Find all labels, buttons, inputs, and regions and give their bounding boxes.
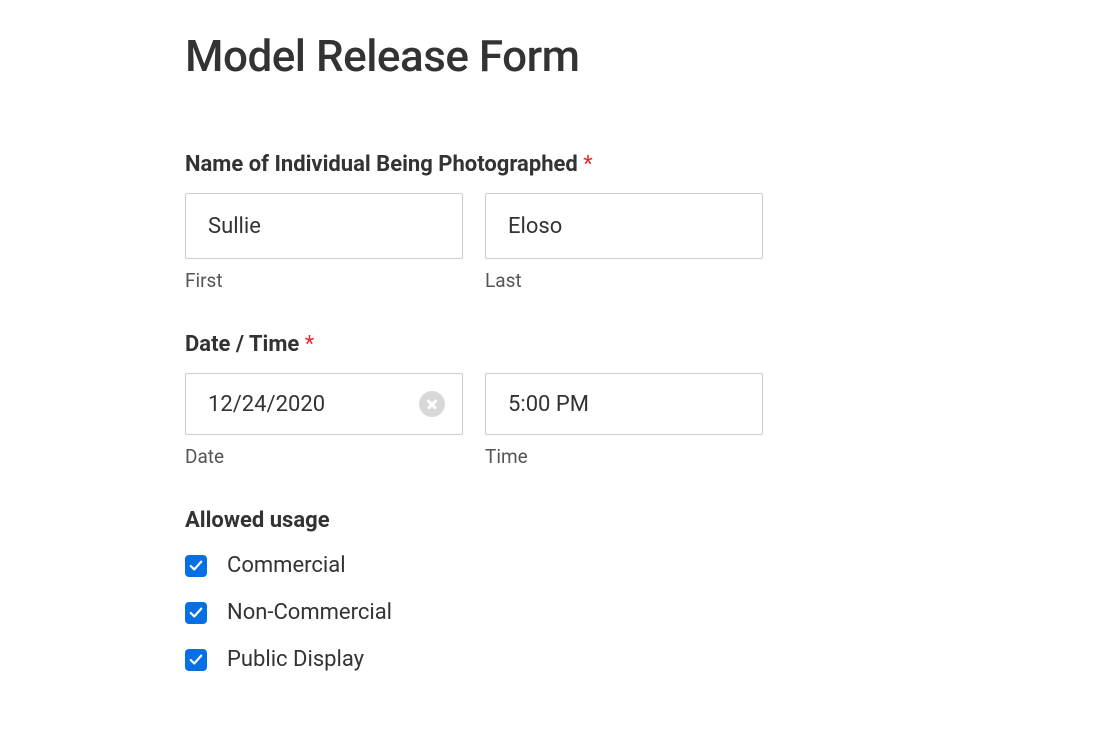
checkbox-commercial[interactable] <box>185 555 207 577</box>
last-name-sublabel: Last <box>485 269 763 292</box>
required-marker: * <box>583 152 592 177</box>
checkbox-label-commercial[interactable]: Commercial <box>227 553 346 578</box>
usage-label: Allowed usage <box>185 508 1116 533</box>
first-name-input[interactable] <box>185 193 463 259</box>
last-name-column: Last <box>485 193 763 292</box>
clear-date-icon[interactable] <box>419 391 445 417</box>
name-label-text: Name of Individual Being Photographed <box>185 152 578 177</box>
datetime-label: Date / Time * <box>185 332 1116 357</box>
check-icon <box>189 606 203 620</box>
check-icon <box>189 653 203 667</box>
name-input-row: First Last <box>185 193 1116 292</box>
last-name-input[interactable] <box>485 193 763 259</box>
first-name-sublabel: First <box>185 269 463 292</box>
form-title: Model Release Form <box>185 30 1116 82</box>
name-label: Name of Individual Being Photographed * <box>185 152 1116 177</box>
first-name-column: First <box>185 193 463 292</box>
required-marker: * <box>305 332 314 357</box>
date-column: 12/24/2020 Date <box>185 373 463 468</box>
checkbox-row-commercial: Commercial <box>185 553 1116 578</box>
date-input-wrapper: 12/24/2020 <box>185 373 463 435</box>
date-sublabel: Date <box>185 445 463 468</box>
checkbox-row-noncommercial: Non-Commercial <box>185 600 1116 625</box>
checkbox-row-publicdisplay: Public Display <box>185 647 1116 672</box>
check-icon <box>189 559 203 573</box>
checkbox-noncommercial[interactable] <box>185 602 207 624</box>
datetime-input-row: 12/24/2020 Date 5:00 PM Time <box>185 373 1116 468</box>
checkbox-label-publicdisplay[interactable]: Public Display <box>227 647 364 672</box>
time-sublabel: Time <box>485 445 763 468</box>
usage-field-group: Allowed usage Commercial Non-Commercial … <box>185 508 1116 672</box>
checkbox-label-noncommercial[interactable]: Non-Commercial <box>227 600 392 625</box>
time-input[interactable]: 5:00 PM <box>485 373 763 435</box>
name-field-group: Name of Individual Being Photographed * … <box>185 152 1116 292</box>
checkbox-publicdisplay[interactable] <box>185 649 207 671</box>
time-column: 5:00 PM Time <box>485 373 763 468</box>
datetime-field-group: Date / Time * 12/24/2020 Date 5:00 PM Ti… <box>185 332 1116 468</box>
datetime-label-text: Date / Time <box>185 332 299 357</box>
